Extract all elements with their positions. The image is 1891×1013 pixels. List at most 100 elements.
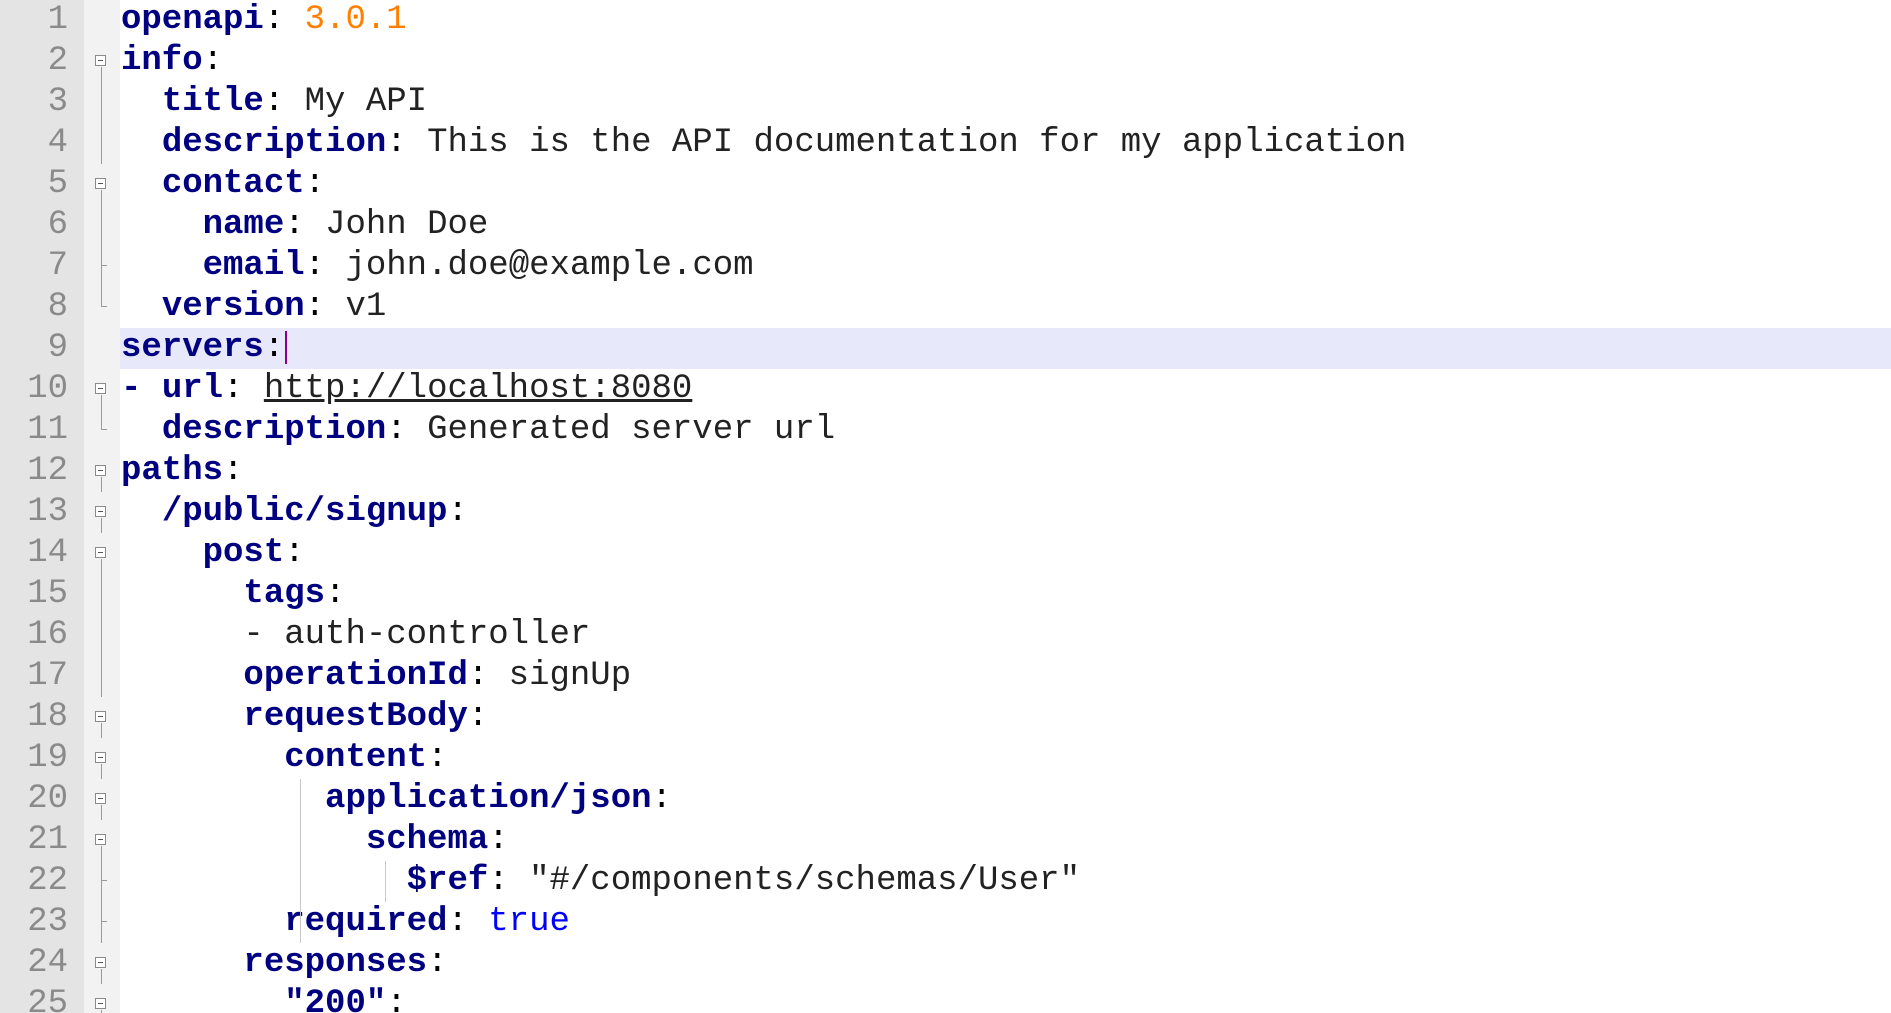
fold-toggle-icon[interactable] <box>84 697 120 738</box>
code-line[interactable]: 4 description: This is the API documenta… <box>0 123 1891 164</box>
yaml-separator: : <box>304 165 326 203</box>
line-text[interactable]: servers: <box>121 328 288 369</box>
code-line[interactable]: 5 contact: <box>0 164 1891 205</box>
line-number: 25 <box>27 985 68 1013</box>
yaml-key: description <box>161 124 387 162</box>
line-text[interactable]: title: My API <box>121 82 427 123</box>
yaml-separator: : <box>263 329 285 367</box>
code-line[interactable]: 18 requestBody: <box>0 697 1891 738</box>
code-line[interactable]: 24 responses: <box>0 943 1891 984</box>
yaml-key: url <box>161 370 224 408</box>
line-text[interactable]: /public/signup: <box>121 492 468 533</box>
yaml-value: - auth-controller <box>243 616 591 654</box>
fold-toggle-icon[interactable] <box>84 369 120 410</box>
code-line[interactable]: 19 content: <box>0 738 1891 779</box>
code-line[interactable]: 12 paths: <box>0 451 1891 492</box>
line-text[interactable]: responses: <box>121 943 447 984</box>
line-number: 3 <box>47 83 68 121</box>
code-line[interactable]: 17 operationId: signUp <box>0 656 1891 697</box>
line-text[interactable]: info: <box>121 41 223 82</box>
line-number: 5 <box>47 165 68 203</box>
fold-toggle-icon[interactable] <box>84 451 120 492</box>
code-editor[interactable]: 1 openapi: 3.0.1 2 info: 3 title: My API 4 de… <box>0 0 1891 1013</box>
line-text[interactable]: description: Generated server url <box>121 410 835 451</box>
fold-line <box>84 287 120 328</box>
line-number: 11 <box>27 411 68 449</box>
yaml-key: responses <box>243 944 428 982</box>
url-link[interactable]: http://localhost:8080 <box>264 370 692 408</box>
line-text[interactable]: description: This is the API documentati… <box>121 123 1407 164</box>
code-line[interactable]: 11 description: Generated server url <box>0 410 1891 451</box>
yaml-separator: : <box>325 575 346 613</box>
line-text[interactable]: contact: <box>121 164 325 205</box>
line-text[interactable]: openapi: 3.0.1 <box>121 0 407 41</box>
line-text[interactable]: paths: <box>121 451 243 492</box>
fold-toggle-icon[interactable] <box>84 164 120 205</box>
fold-toggle-icon[interactable] <box>84 738 120 779</box>
fold-toggle-icon[interactable] <box>84 820 120 861</box>
line-text[interactable]: required: true <box>121 902 570 943</box>
yaml-separator: : <box>467 657 509 695</box>
line-number: 14 <box>27 534 68 572</box>
yaml-key: email <box>202 247 305 285</box>
line-text[interactable]: content: <box>121 738 447 779</box>
line-text[interactable]: schema: <box>121 820 509 861</box>
line-text[interactable]: version: v1 <box>121 287 386 328</box>
line-text[interactable]: - auth-controller <box>121 615 590 656</box>
line-number: 1 <box>47 1 68 39</box>
line-text[interactable]: requestBody: <box>121 697 488 738</box>
fold-toggle-icon[interactable] <box>84 492 120 533</box>
indent-guide <box>385 861 386 902</box>
line-number: 10 <box>27 370 68 408</box>
code-line[interactable]: 8 version: v1 <box>0 287 1891 328</box>
line-text[interactable]: name: John Doe <box>121 205 489 246</box>
line-number: 16 <box>27 616 68 654</box>
yaml-key: tags <box>243 575 326 613</box>
line-text[interactable]: $ref: "#/components/schemas/User" <box>121 861 1080 902</box>
fold-toggle-icon[interactable] <box>84 533 120 574</box>
fold-line <box>84 205 120 246</box>
code-line[interactable]: 9 servers: <box>0 328 1891 369</box>
line-text[interactable]: post: <box>121 533 305 574</box>
fold-toggle-icon[interactable] <box>84 41 120 82</box>
yaml-separator: : <box>284 206 326 244</box>
fold-toggle-icon[interactable] <box>84 984 120 1013</box>
line-text[interactable]: "200": <box>121 984 406 1013</box>
line-text[interactable]: tags: <box>121 574 345 615</box>
fold-line <box>84 615 120 656</box>
code-line[interactable]: 6 name: John Doe <box>0 205 1891 246</box>
line-text[interactable]: email: john.doe@example.com <box>121 246 754 287</box>
code-line[interactable]: 7 email: john.doe@example.com <box>0 246 1891 287</box>
fold-line <box>84 656 120 697</box>
code-line[interactable]: 15 tags: <box>0 574 1891 615</box>
code-line[interactable]: 22 $ref: "#/components/schemas/User" <box>0 861 1891 902</box>
code-line[interactable]: 2 info: <box>0 41 1891 82</box>
line-text[interactable]: operationId: signUp <box>121 656 631 697</box>
code-line[interactable]: 21 schema: <box>0 820 1891 861</box>
line-number: 4 <box>47 124 68 162</box>
code-line[interactable]: 25 "200": <box>0 984 1891 1013</box>
fold-toggle-icon[interactable] <box>84 779 120 820</box>
code-line[interactable]: 23 required: true <box>0 902 1891 943</box>
code-line[interactable]: 20 application/json: <box>0 779 1891 820</box>
code-line[interactable]: 13 /public/signup: <box>0 492 1891 533</box>
code-line[interactable]: 14 post: <box>0 533 1891 574</box>
yaml-value: v1 <box>345 288 387 326</box>
line-text[interactable]: application/json: <box>121 779 672 820</box>
code-line[interactable]: 3 title: My API <box>0 82 1891 123</box>
line-text[interactable]: - url: http://localhost:8080 <box>121 369 692 410</box>
yaml-value: signUp <box>508 657 632 695</box>
code-line[interactable]: 10 - url: http://localhost:8080 <box>0 369 1891 410</box>
code-line[interactable]: 16 - auth-controller <box>0 615 1891 656</box>
fold-toggle-icon[interactable] <box>84 943 120 984</box>
line-number: 17 <box>27 657 68 695</box>
text-cursor <box>285 330 288 364</box>
yaml-key: title <box>161 83 264 121</box>
code-line[interactable]: 1 openapi: 3.0.1 <box>0 0 1891 41</box>
